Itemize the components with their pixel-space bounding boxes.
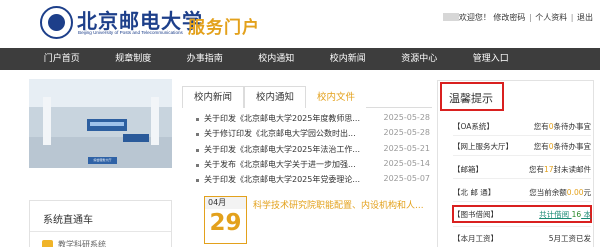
system-shortcuts-panel: 系统直通车 教学科研系统 (29, 200, 172, 247)
divider (453, 226, 591, 227)
news-title[interactable]: 关于发布《北京邮电大学关于进一步加强... (204, 159, 376, 170)
tip-text: 您有0条待办事宜 (534, 141, 591, 152)
nav-item-notices[interactable]: 校内通知 (241, 48, 313, 70)
image-pillar (43, 97, 51, 145)
tip-label: 【邮箱】 (453, 165, 483, 174)
bullet-icon (196, 118, 199, 121)
tips-title: 温馨提示 (449, 92, 493, 105)
tip-label: 【北 邮 通】 (453, 188, 496, 197)
image-pillar (151, 97, 159, 145)
tip-label: 【OA系统】 (453, 122, 494, 131)
tip-mailbox[interactable]: 【邮箱】 您有17封未读邮件 (453, 164, 591, 176)
change-password-link[interactable]: 修改密码 (493, 13, 525, 22)
news-title[interactable]: 关于修订印发《北京邮电大学园公数时出... (204, 128, 376, 139)
nav-item-resources[interactable]: 资源中心 (384, 48, 456, 70)
bullet-icon (196, 133, 199, 136)
image-caption: 综合服务大厅 (88, 157, 117, 164)
list-item[interactable]: 关于印发《北京邮电大学2025年法治工作... 2025-05-21 (182, 143, 432, 158)
image-desk-light (90, 122, 124, 126)
divider (453, 178, 591, 179)
news-date: 2025-05-07 (383, 174, 431, 183)
personal-info-link[interactable]: 个人资料 (535, 13, 567, 22)
news-date: 2025-05-14 (383, 159, 431, 168)
divider (453, 201, 591, 202)
library-borrow-link[interactable]: 共计借阅 (539, 210, 571, 219)
date-badge: 04月 29 (204, 196, 247, 244)
tip-monthly-salary[interactable]: 【本月工资】 5月工资已发 (453, 233, 591, 245)
divider (453, 135, 591, 136)
bullet-icon (196, 164, 199, 167)
tab-campus-news[interactable]: 校内新闻 (182, 86, 244, 108)
tip-balance: 0.00 (566, 188, 584, 197)
masked-username (442, 13, 459, 21)
news-tabs: 校内新闻 校内通知 校内文件 (182, 86, 432, 108)
news-date: 2025-05-21 (383, 144, 431, 153)
news-date: 2025-05-28 (383, 113, 431, 122)
header: 北京邮电大学 Beijing University of Posts and T… (0, 0, 600, 47)
tip-oa-system[interactable]: 【OA系统】 您有0条待办事宜 (453, 121, 591, 133)
tab-campus-documents[interactable]: 校内文件 (306, 86, 366, 108)
tip-text-post: 条待办事宜 (553, 142, 592, 151)
tip-text-pre: 您有 (533, 142, 549, 151)
tip-count: 17 (543, 165, 554, 174)
list-item[interactable]: 关于修订印发《北京邮电大学园公数时出... 2025-05-28 (182, 127, 432, 142)
tab-campus-notices[interactable]: 校内通知 (244, 86, 306, 108)
tip-text-post: 封未读邮件 (553, 165, 592, 174)
university-emblem-icon[interactable] (40, 6, 73, 39)
date-badge-day: 29 (209, 210, 242, 236)
tip-text: 您有17封未读邮件 (529, 164, 591, 175)
link-separator: | (570, 13, 574, 22)
welcome-text: 欢迎您！ (458, 13, 491, 22)
user-links: 欢迎您！ 修改密码 | 个人资料 | 退出 (442, 12, 593, 23)
tip-text-post: 本 (581, 210, 591, 219)
tip-text: 您有0条待办事宜 (534, 121, 591, 132)
tip-text-pre: 您有 (533, 122, 549, 131)
list-item[interactable]: 关于印发《北京邮电大学2025年党委理论... 2025-05-07 (182, 173, 432, 188)
image-screen (123, 134, 149, 142)
tip-label: 【网上服务大厅】 (453, 142, 513, 151)
tip-text-post: 元 (583, 188, 592, 197)
link-separator: | (528, 13, 532, 22)
tip-count: 16 (571, 210, 582, 219)
tip-text-post: 月工资已发 (553, 234, 592, 243)
news-date: 2025-05-28 (383, 128, 431, 137)
list-item[interactable]: 关于印发《北京邮电大学2025年度教师思... 2025-05-28 (182, 112, 432, 127)
tip-text-pre: 您有 (528, 165, 544, 174)
tip-label: 【图书借阅】 (453, 210, 498, 219)
news-title[interactable]: 关于印发《北京邮电大学2025年党委理论... (204, 174, 376, 185)
bullet-icon (196, 179, 199, 182)
tip-library-borrowing[interactable]: 【图书借阅】 共计借阅 16 本 (453, 209, 591, 221)
tip-text-post: 条待办事宜 (553, 122, 592, 131)
nav-item-news[interactable]: 校内新闻 (312, 48, 384, 70)
tip-text: 共计借阅 16 本 (539, 209, 591, 220)
tip-text: 您当前余额0.00元 (529, 187, 591, 198)
featured-article-link[interactable]: 科学技术研究院职能配置、内设机构和人... (253, 198, 433, 211)
nav-item-regulations[interactable]: 规章制度 (98, 48, 170, 70)
service-hall-image[interactable]: 综合服务大厅 (29, 79, 172, 168)
divider (30, 231, 171, 232)
system-link-teaching-research[interactable]: 教学科研系统 (58, 239, 106, 247)
tip-campus-card[interactable]: 【北 邮 通】 您当前余额0.00元 (453, 187, 591, 199)
tip-label: 【本月工资】 (453, 234, 498, 243)
list-item[interactable]: 关于发布《北京邮电大学关于进一步加强... 2025-05-14 (182, 158, 432, 173)
system-shortcuts-title: 系统直通车 (43, 215, 93, 226)
tip-online-service-hall[interactable]: 【网上服务大厅】 您有0条待办事宜 (453, 141, 591, 153)
portal-title: 服务门户 (188, 18, 260, 38)
logout-link[interactable]: 退出 (577, 13, 593, 22)
folder-icon (42, 240, 53, 247)
news-title[interactable]: 关于印发《北京邮电大学2025年度教师思... (204, 113, 376, 124)
tip-text-pre: 您当前余额 (529, 188, 567, 197)
divider (453, 155, 591, 156)
news-title[interactable]: 关于印发《北京邮电大学2025年法治工作... (204, 144, 376, 155)
date-badge-month: 04月 (205, 197, 246, 209)
nav-item-home[interactable]: 门户首页 (26, 48, 98, 70)
nav-item-guide[interactable]: 办事指南 (169, 48, 241, 70)
tip-text: 5月工资已发 (549, 233, 591, 244)
nav-item-admin[interactable]: 管理入口 (455, 48, 527, 70)
university-logo-english: Beijing University of Posts and Telecomm… (78, 30, 183, 35)
bullet-icon (196, 149, 199, 152)
main-nav: 门户首页 规章制度 办事指南 校内通知 校内新闻 资源中心 管理入口 (0, 48, 600, 70)
